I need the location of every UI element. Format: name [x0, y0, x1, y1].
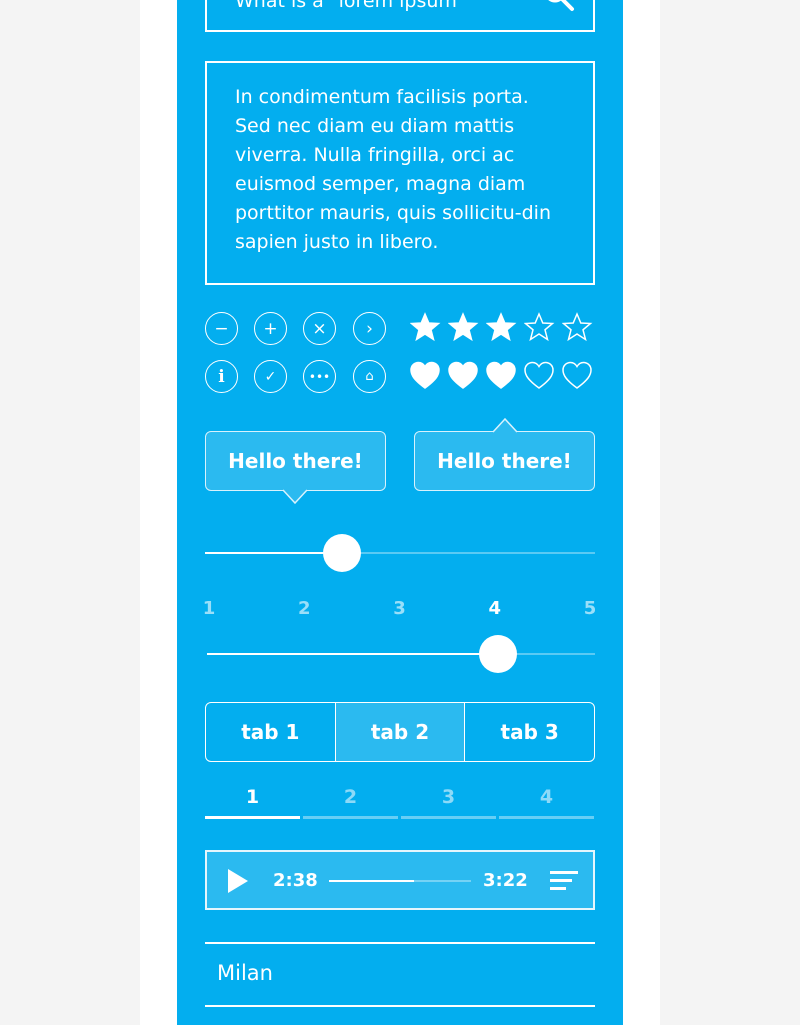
heart-filled-icon[interactable] — [410, 361, 443, 391]
slider-label: 5 — [583, 598, 597, 619]
step-tab-4[interactable]: 4 — [499, 786, 594, 819]
tooltip-text: Hello there! — [228, 449, 363, 473]
heart-rating[interactable] — [410, 361, 595, 391]
step-tab-2[interactable]: 2 — [303, 786, 398, 819]
search-input[interactable]: What is a "lorem ipsum" — [205, 0, 595, 32]
heart-empty-icon[interactable] — [562, 361, 595, 391]
text-block: In condimentum facilisis porta. Sed nec … — [205, 61, 595, 285]
tooltip-text: Hello there! — [437, 449, 572, 473]
divider — [205, 1005, 595, 1007]
slider-fill — [205, 552, 342, 554]
minus-icon[interactable]: − — [205, 312, 238, 345]
slider-label: 4 — [488, 598, 502, 619]
star-filled-icon[interactable] — [448, 312, 481, 342]
play-icon[interactable] — [227, 868, 249, 894]
step-underline — [401, 816, 496, 819]
more-icon[interactable]: ••• — [303, 360, 336, 393]
tooltip-arrow-down — [282, 489, 308, 505]
audio-player: 2:38 3:22 — [205, 850, 595, 910]
step-underline — [499, 816, 594, 819]
tooltip-arrow-up — [492, 417, 518, 433]
slider-track[interactable] — [205, 552, 595, 554]
step-label: 3 — [441, 786, 456, 808]
tab-3[interactable]: tab 3 — [465, 703, 594, 761]
tooltip-top: Hello there! — [414, 431, 595, 491]
step-underline — [205, 816, 300, 819]
tab-2[interactable]: tab 2 — [335, 703, 466, 761]
total-time: 3:22 — [483, 870, 528, 891]
step-label: 4 — [539, 786, 554, 808]
step-underline — [303, 816, 398, 819]
slider-label: 2 — [297, 598, 311, 619]
home-icon[interactable]: ⌂ — [353, 360, 386, 393]
stepped-slider-track[interactable] — [207, 653, 595, 655]
star-filled-icon[interactable] — [410, 312, 443, 342]
progress-bar[interactable] — [329, 880, 471, 882]
step-tab-1[interactable]: 1 — [205, 786, 300, 819]
slider-label: 1 — [202, 598, 216, 619]
current-time: 2:38 — [273, 870, 318, 891]
progress-fill — [329, 880, 415, 882]
info-icon[interactable]: i — [205, 360, 238, 393]
slider-label: 3 — [393, 598, 406, 619]
tooltip-bottom: Hello there! — [205, 431, 386, 491]
star-empty-icon[interactable] — [524, 312, 557, 342]
step-label: 2 — [343, 786, 358, 808]
star-empty-icon[interactable] — [562, 312, 595, 342]
list-item[interactable]: Milan — [217, 961, 273, 985]
heart-empty-icon[interactable] — [524, 361, 557, 391]
stepped-slider-handle[interactable] — [479, 635, 517, 673]
heart-filled-icon[interactable] — [448, 361, 481, 391]
segmented-tabs: tab 1 tab 2 tab 3 — [205, 702, 595, 762]
close-icon[interactable]: × — [303, 312, 336, 345]
chevron-right-icon[interactable]: › — [353, 312, 386, 345]
search-value: What is a "lorem ipsum" — [235, 0, 466, 12]
slider-fill — [207, 653, 498, 655]
star-filled-icon[interactable] — [486, 312, 519, 342]
step-label: 1 — [245, 786, 260, 808]
step-tabs: 1 2 3 4 — [205, 786, 597, 819]
star-rating[interactable] — [410, 312, 595, 342]
step-tab-3[interactable]: 3 — [401, 786, 496, 819]
heart-filled-icon[interactable] — [486, 361, 519, 391]
slider-handle[interactable] — [322, 534, 361, 572]
plus-icon[interactable]: + — [254, 312, 287, 345]
divider — [205, 942, 595, 944]
check-icon[interactable]: ✓ — [254, 360, 287, 393]
search-icon[interactable] — [541, 0, 577, 14]
tab-1[interactable]: tab 1 — [206, 703, 336, 761]
playlist-icon[interactable] — [549, 870, 579, 892]
slider-labels: 1 2 3 4 5 — [199, 598, 600, 619]
